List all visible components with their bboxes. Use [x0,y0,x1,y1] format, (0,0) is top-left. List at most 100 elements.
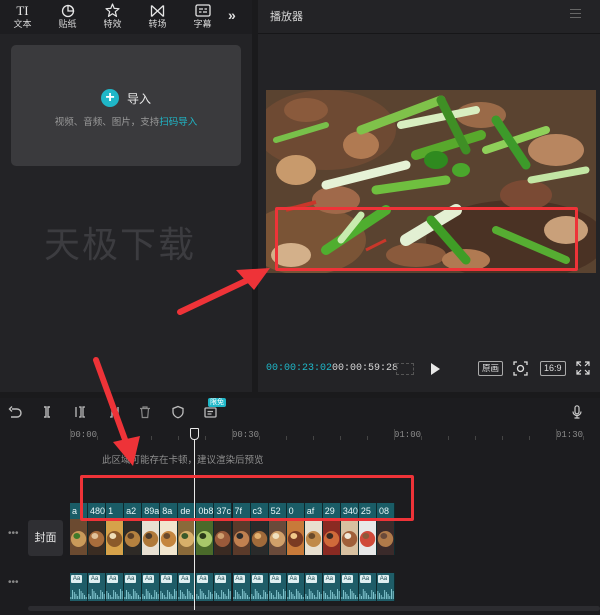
subtitle-clip[interactable]: Aa [106,573,125,601]
clip-thumbnail [214,519,232,555]
subtitle-clip[interactable]: Aa [142,573,161,601]
trim-left-icon[interactable] [74,405,88,419]
ruler-tick [286,436,287,440]
subtitle-clip[interactable]: Aa [124,573,143,601]
clip-thumbnail [124,519,142,555]
ruler-label: 00:30 [232,430,260,440]
text-clip-icon: Aa [323,575,335,583]
split-icon[interactable] [40,405,54,419]
shield-icon[interactable] [171,405,185,419]
clip-thumbnail [376,519,394,555]
aspect-ratio-button[interactable]: 16:9 [540,361,566,376]
text-clip-icon: Aa [71,575,82,583]
ruler-tick [313,436,314,440]
text-clip-icon: Aa [143,575,155,583]
subtitle-clip[interactable]: Aa [304,573,323,601]
text-clip-icon: Aa [269,575,281,583]
subtitle-clip[interactable]: Aa [340,573,359,601]
ruler-tick [583,436,584,440]
text-clip-icon: Aa [305,575,317,583]
subtitle-clip[interactable]: Aa [322,573,341,601]
subtitle-clip[interactable]: Aa [70,573,89,601]
delete-icon[interactable] [138,405,152,419]
tool-effects[interactable]: 特效 [90,0,135,34]
tool-sticker[interactable]: 贴纸 [45,0,90,34]
focus-icon[interactable] [513,361,528,376]
subtitle-clip[interactable]: Aa [376,573,395,601]
audio-waveform [323,589,340,599]
ruler-tick [259,436,260,440]
subtitle-clip[interactable]: Aa [250,573,269,601]
clip-label: a [71,504,79,518]
subtitle-icon [194,3,211,18]
audio-waveform [359,589,376,599]
text-clip-icon: Aa [89,575,101,583]
text-clip-icon: Aa [197,575,209,583]
subtitle-clip[interactable]: Aa [214,573,233,601]
undo-icon[interactable] [8,405,22,419]
subtitle-recognize-icon[interactable] [204,405,218,419]
more-tools-chevron-icon[interactable]: » [228,7,236,23]
audio-waveform [214,589,232,599]
ruler-tick [421,436,422,440]
clip-thumbnail [196,519,214,555]
clip-thumbnail [250,519,268,555]
tool-transition[interactable]: 转场 [135,0,180,34]
ruler-tick [70,429,71,440]
menu-icon[interactable] [570,9,581,18]
ruler-tick [97,436,98,440]
audio-waveform [124,589,141,599]
subtitle-clip[interactable]: Aa [268,573,287,601]
audio-waveform [377,589,394,599]
subtitle-strip: Aa Aa Aa Aa Aa Aa Aa Aa Aa Aa Aa Aa Aa Aa Aa Aa Aa Aa [70,573,395,601]
lag-notice: 此区域可能存在卡顿，建议渲染后预览 [102,455,264,466]
text-clip-icon: Aa [359,575,371,583]
player-controls: 00:00:23:02 00:00:59:28 原画 16:9 [258,356,600,384]
timeline-toolbar: 限免 [0,398,600,426]
tool-subtitle-label: 字幕 [193,19,212,29]
subtitle-clip[interactable]: Aa [196,573,215,601]
subtitle-clip[interactable]: Aa [286,573,305,601]
text-clip-icon: Aa [107,575,119,583]
transition-icon [150,3,166,18]
subtitle-clip[interactable]: Aa [358,573,377,601]
microphone-icon[interactable] [572,405,582,419]
tool-subtitle[interactable]: 字幕 [180,0,225,34]
import-dropzone[interactable]: + 导入 视频、音频、图片，支持扫码导入 [11,45,241,166]
audio-track-options-icon[interactable]: ••• [8,577,19,588]
clip-thumbnail [322,519,340,555]
track-options-icon[interactable]: ••• [8,528,19,539]
tool-transition-label: 转场 [148,19,167,29]
clip-thumbnail [178,519,196,555]
player-panel: 播放器 00:00:23:02 00:00:59:28 原画 16:9 [258,0,600,392]
ruler-label: 00:00 [70,430,98,440]
effects-star-icon [105,3,121,18]
import-button[interactable]: + 导入 [101,89,151,107]
ruler-tick [502,436,503,440]
tool-text[interactable]: TI 文本 [0,0,45,34]
original-quality-button[interactable]: 原画 [478,361,504,376]
ruler-tick [475,436,476,440]
trim-right-icon[interactable] [106,405,120,419]
clip-thumbnail [232,519,250,555]
fullscreen-icon[interactable] [576,361,590,375]
subtitle-clip[interactable]: Aa [88,573,107,601]
playhead-handle[interactable] [190,428,199,440]
timeline-scrollbar[interactable] [28,606,600,611]
audio-waveform [106,589,123,599]
audio-waveform [287,589,304,599]
subtitle-clip[interactable]: Aa [232,573,251,601]
subtitle-clip[interactable]: Aa [160,573,179,601]
grid-icon[interactable] [396,363,414,375]
cover-button[interactable]: 封面 [28,520,63,556]
clip-thumbnail [340,519,358,555]
tool-effects-label: 特效 [103,19,122,29]
play-icon[interactable] [431,363,440,375]
player-divider [258,33,600,34]
scan-import-link[interactable]: 扫码导入 [159,117,197,128]
time-ruler[interactable]: 00:00 00:30 01:00 01:30 [70,428,600,442]
plus-icon: + [101,89,119,107]
audio-waveform [250,589,268,599]
asset-toolbar: TI 文本 贴纸 特效 转场 字幕 » [0,0,252,34]
audio-waveform [178,589,195,599]
